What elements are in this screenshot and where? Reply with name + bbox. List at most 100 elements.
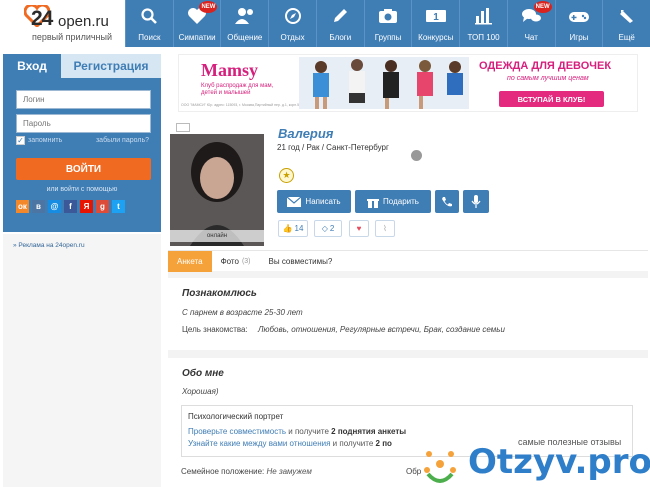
gift-icon [367,198,380,208]
tab-anketa[interactable]: Анкета [168,251,212,272]
nav-groups[interactable]: Группы [363,0,412,47]
goal-value: Любовь, отношения, Регулярные встречи, Б… [258,325,505,334]
odnoklassniki-icon[interactable]: ок [16,200,29,213]
send-gift-button[interactable]: Подарить [355,190,431,213]
vkontakte-icon[interactable]: в [32,200,45,213]
section-title: Познакомлюсь [182,288,257,299]
nav-chat[interactable]: NEW Чат [506,0,555,47]
nav-label: Игры [569,33,589,42]
search-icon [141,8,158,24]
logo-tagline: первый приличный [32,32,113,42]
paperclip-icon: ⌇ [383,224,387,233]
attach-button[interactable]: ⌇ [375,220,395,237]
sidebar-ad-box: » Реклама на 24open.ru [3,234,161,487]
remember-me[interactable]: ✓ запомнить [16,136,62,145]
forgot-password-link[interactable]: забыли пароль? [96,137,149,144]
ad-banner[interactable]: Mamsy Клуб распродаж для мам, детей и ма… [178,54,638,112]
login-button[interactable]: ВОЙТИ [16,158,151,180]
logo-number: 24 [31,7,53,30]
nav-more[interactable]: Ещё [602,0,650,47]
advertise-link[interactable]: » Реклама на 24open.ru [13,242,85,249]
envelope-icon [287,196,302,207]
voice-button[interactable] [463,190,489,213]
profile-tabs: Анкета Фото (3) Вы совместимы? [168,250,648,272]
star-badge-icon[interactable]: ★ [279,168,294,183]
tab-label: Фото [220,257,239,266]
banner-cta-button[interactable]: ВСТУПАЙ В КЛУБ! [499,91,604,107]
girls-photo-icon [299,57,469,109]
watermark-brand: Otzyv.pro [468,442,650,482]
tab-login[interactable]: Вход [3,54,61,78]
diamonds-counter[interactable]: ◇ 2 [314,220,342,237]
phone-icon [442,196,452,206]
nav-rest[interactable]: Отдых [268,0,316,47]
nav-blogs[interactable]: Блоги [315,0,364,47]
relationship-link[interactable]: Узнайте какие между вами отношения [188,439,330,448]
twitter-icon[interactable]: t [112,200,125,213]
new-badge: NEW [533,1,552,13]
mailru-icon[interactable]: @ [48,200,61,213]
family-label: Семейное положение: [181,467,265,476]
nav-label: Конкурсы [418,33,454,42]
watermark: самые полезные отзывы Otzyv.pro [418,432,650,487]
tab-photos[interactable]: Фото (3) [212,251,260,272]
family-value: Не замужем [266,467,312,476]
gamepad-icon [568,12,589,22]
password-input[interactable] [16,114,151,133]
otzyv-logo-icon [424,451,456,483]
social-login-buttons: ок в @ f Я g t [16,200,125,213]
google-icon[interactable]: g [96,200,109,213]
profile-info: 21 год / Рак / Санкт-Петербург [277,143,389,152]
heart-small-icon: ♥ [356,224,362,233]
check-compatibility-link[interactable]: Проверьте совместимость [188,427,286,436]
yandex-icon[interactable]: Я [80,200,93,213]
profile-name: Валерия [278,126,334,141]
about-text: Хорошая) [182,387,219,396]
facebook-icon[interactable]: f [64,200,77,213]
psy-mid: и получите [286,427,332,436]
svg-text:1: 1 [433,12,439,23]
login-tabs: Вход Регистрация [3,54,161,78]
header: 24 open.ru первый приличный Поиск NEW Си… [0,0,650,47]
site-logo[interactable]: 24 open.ru первый приличный [14,5,124,45]
login-input[interactable] [16,90,151,109]
number-one-icon: 1 [425,10,446,23]
tab-label: Вы совместимы? [268,257,333,266]
nav-chatting[interactable]: Общение [220,0,268,47]
people-icon [234,8,253,24]
section-title: Обо мне [182,368,224,379]
favorite-button[interactable]: ♥ [349,220,369,237]
nav-top100[interactable]: ТОП 100 [459,0,507,47]
camera-icon [379,9,398,23]
call-button[interactable] [435,190,459,213]
nav-search[interactable]: Поиск [125,0,173,47]
nav-games[interactable]: Игры [554,0,603,47]
remember-checkbox[interactable]: ✓ [16,136,25,145]
goal-label: Цель знакомства: [182,325,248,334]
diamond-icon: ◇ [321,224,328,233]
banner-title: ОДЕЖДА ДЛЯ ДЕВОЧЕК [479,60,612,72]
main-nav: Поиск NEW Симпатии Общение Отдых Блоги Г… [125,0,650,47]
nav-likes[interactable]: NEW Симпатии [172,0,221,47]
nav-label: ТОП 100 [467,33,500,42]
psy-mid: и получите [330,439,376,448]
psy-line-2: Узнайте какие между вами отношения и пол… [188,439,392,448]
psy-line-1: Проверьте совместимость и получите 2 под… [188,427,406,436]
tab-register[interactable]: Регистрация [61,54,161,78]
psy-bonus: 2 по [375,439,392,448]
compass-icon [284,8,301,24]
looking-for-section: Познакомлюсь С парнем в возрасте 25-30 л… [168,278,648,350]
looking-for-text: С парнем в возрасте 25-30 лет [182,308,303,317]
location-pin-icon[interactable] [411,150,422,161]
likes-counter[interactable]: 👍 14 [278,220,308,237]
nav-label: Общение [227,33,263,42]
tab-compatible[interactable]: Вы совместимы? [260,251,342,272]
banner-brand: Mamsy [201,60,258,80]
new-badge: NEW [199,1,218,13]
psy-bonus: 2 поднятия анкеты [331,427,407,436]
nav-label: Симпатии [178,33,216,42]
login-panel: Вход Регистрация ✓ запомнить забыли паро… [3,54,161,232]
write-message-button[interactable]: Написать [277,190,351,213]
nav-contests[interactable]: 1 Конкурсы [411,0,459,47]
banner-brand-sub: Клуб распродаж для мам, детей и малышей [201,83,274,96]
